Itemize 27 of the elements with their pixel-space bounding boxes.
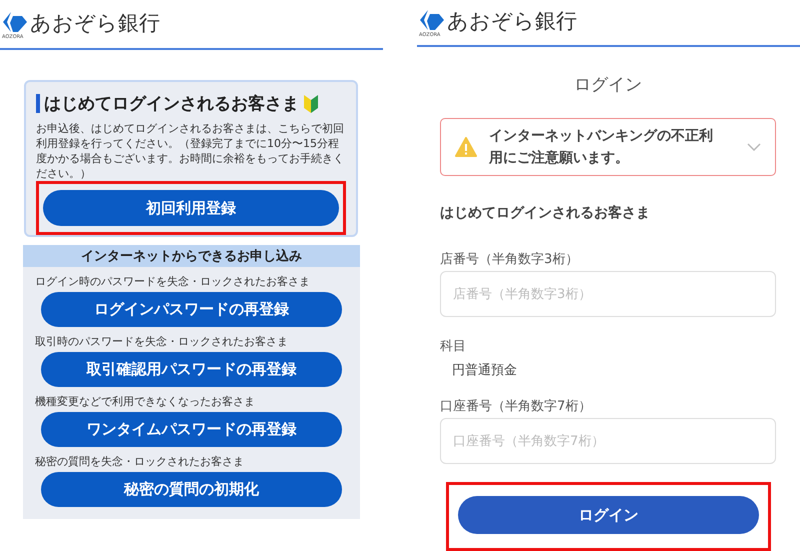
first-registration-button[interactable]: 初回利用登録 bbox=[43, 190, 339, 226]
card-title: はじめてログインされるお客さま bbox=[44, 93, 299, 115]
field-label: 店番号（半角数字3桁） bbox=[440, 251, 580, 268]
reregister-button[interactable]: ログインパスワードの再登録 bbox=[41, 292, 342, 327]
button-caption: 取引時のパスワードを失念・ロックされたお客さま bbox=[35, 334, 289, 349]
card-description: お申込後、はじめてログインされるお客さまは、こちらで初回利用登録を行ってください。（登録完了までに10分〜15分程度かかる場合もございます。お時間に余裕をもってお手続きください。） bbox=[36, 121, 345, 181]
logo-text: あおぞら銀行 bbox=[30, 10, 160, 36]
section-heading: はじめてログインされるお客さま bbox=[440, 204, 651, 222]
fraud-alert[interactable]: インターネットバンキングの不正利用にご注意願います。 bbox=[440, 118, 776, 176]
login-button[interactable]: ログイン bbox=[458, 496, 759, 534]
page-title: ログイン bbox=[573, 74, 643, 96]
field-label: 口座番号（半角数字7桁） bbox=[440, 398, 592, 415]
number-input[interactable]: 口座番号（半角数字7桁） bbox=[440, 418, 776, 464]
logo-text: あおぞら銀行 bbox=[447, 8, 577, 35]
number-input[interactable]: 店番号（半角数字3桁） bbox=[440, 271, 776, 317]
section-title: インターネットからできるお申し込み bbox=[23, 245, 360, 267]
button-caption: ログイン時のパスワードを失念・ロックされたお客さま bbox=[35, 274, 311, 289]
button-caption: 秘密の質問を失念・ロックされたお客さま bbox=[35, 454, 245, 469]
account-type-value: 円普通預金 bbox=[452, 362, 518, 379]
reregister-button[interactable]: 取引確認用パスワードの再登録 bbox=[41, 352, 342, 387]
alert-text: インターネットバンキングの不正利用にご注意願います。 bbox=[489, 127, 714, 168]
field-label: 科目 bbox=[440, 338, 467, 355]
button-caption: 機種変更などで利用できなくなったお客さま bbox=[35, 394, 256, 409]
reregister-button[interactable]: ワンタイムパスワードの再登録 bbox=[41, 412, 342, 447]
warning-icon bbox=[455, 137, 477, 157]
beginner-mark-icon bbox=[303, 94, 319, 114]
reregister-button[interactable]: 秘密の質問の初期化 bbox=[41, 472, 342, 507]
